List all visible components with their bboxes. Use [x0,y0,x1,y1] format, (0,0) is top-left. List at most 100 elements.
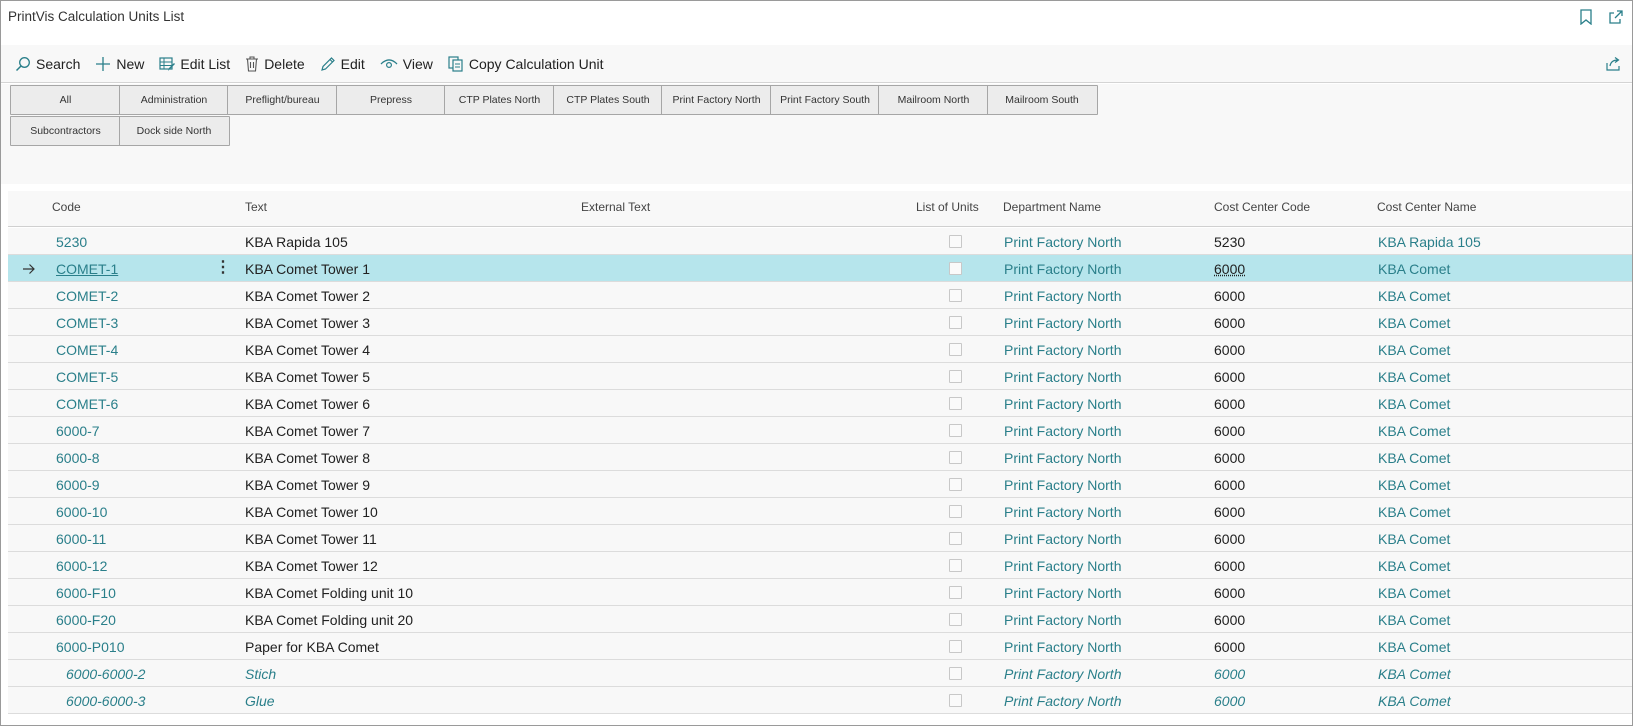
cell-cost-center-code[interactable]: 6000 [1214,261,1245,277]
table-row[interactable]: COMET-5 KBA Comet Tower 5 Print Factory No… [8,363,1632,390]
cell-department-name[interactable]: Print Factory North [1004,612,1121,628]
list-of-units-checkbox[interactable] [949,370,962,383]
cell-department-name[interactable]: Print Factory North [1004,531,1121,547]
cell-code[interactable]: 5230 [56,234,87,250]
cell-cost-center-code[interactable]: 6000 [1214,504,1245,520]
cell-cost-center-name[interactable]: KBA Comet [1378,531,1450,547]
cell-department-name[interactable]: Print Factory North [1004,288,1121,304]
list-of-units-checkbox[interactable] [949,532,962,545]
cell-code[interactable]: COMET-5 [56,369,118,385]
list-of-units-checkbox[interactable] [949,343,962,356]
table-row[interactable]: 6000-F20 KBA Comet Folding unit 20 Print F… [8,606,1632,633]
list-of-units-checkbox[interactable] [949,424,962,437]
new-button[interactable]: New [95,54,144,74]
cell-cost-center-name[interactable]: KBA Comet [1378,288,1450,304]
cell-department-name[interactable]: Print Factory North [1004,666,1121,682]
table-row[interactable]: 6000-7 KBA Comet Tower 7 Print Factory Nor… [8,417,1632,444]
column-header-cost-center-code[interactable]: Cost Center Code [1214,200,1310,214]
table-row[interactable]: COMET-3 KBA Comet Tower 3 Print Factory No… [8,309,1632,336]
filter-button-ctp-plates-south[interactable]: CTP Plates South [552,85,664,115]
table-row[interactable]: 6000-6000-2 Stich Print Factory North 6000 K… [8,660,1632,687]
cell-cost-center-name[interactable]: KBA Comet [1378,639,1450,655]
cell-department-name[interactable]: Print Factory North [1004,315,1121,331]
cell-department-name[interactable]: Print Factory North [1004,369,1121,385]
cell-cost-center-code[interactable]: 6000 [1214,288,1245,304]
cell-code[interactable]: COMET-6 [56,396,118,412]
list-of-units-checkbox[interactable] [949,451,962,464]
filter-button-subcontractors[interactable]: Subcontractors [10,116,121,146]
cell-department-name[interactable]: Print Factory North [1004,234,1121,250]
list-of-units-checkbox[interactable] [949,613,962,626]
cell-department-name[interactable]: Print Factory North [1004,450,1121,466]
cell-cost-center-name[interactable]: KBA Comet [1378,369,1450,385]
cell-code[interactable]: 6000-10 [56,504,107,520]
filter-button-print-factory-south[interactable]: Print Factory South [769,85,881,115]
cell-cost-center-name[interactable]: KBA Comet [1378,585,1450,601]
filter-button-mailroom-north[interactable]: Mailroom North [878,85,989,115]
list-of-units-checkbox[interactable] [949,586,962,599]
bookmark-icon[interactable] [1576,7,1596,27]
table-row-selected[interactable]: ⋮ COMET-1 KBA Comet Tower 1 Print Factory N… [8,255,1632,282]
cell-department-name[interactable]: Print Factory North [1004,585,1121,601]
table-row[interactable]: COMET-2 KBA Comet Tower 2 Print Factory No… [8,282,1632,309]
table-row[interactable]: 6000-6000-3 Glue Print Factory North 6000 KB… [8,687,1632,714]
filter-button-preflight-bureau[interactable]: Preflight/bureau [227,85,338,115]
cell-cost-center-code[interactable]: 6000 [1214,612,1245,628]
cell-cost-center-code[interactable]: 6000 [1214,531,1245,547]
list-of-units-checkbox[interactable] [949,235,962,248]
list-of-units-checkbox[interactable] [949,505,962,518]
view-button[interactable]: View [380,54,433,74]
cell-code[interactable]: 6000-11 [56,531,106,547]
cell-cost-center-code[interactable]: 6000 [1214,369,1245,385]
list-of-units-checkbox[interactable] [949,667,962,680]
table-row[interactable]: 6000-F10 KBA Comet Folding unit 10 Print F… [8,579,1632,606]
list-of-units-checkbox[interactable] [949,559,962,572]
cell-cost-center-name[interactable]: KBA Comet [1378,342,1450,358]
cell-department-name[interactable]: Print Factory North [1004,423,1121,439]
cell-cost-center-name[interactable]: KBA Comet [1378,504,1450,520]
cell-cost-center-name[interactable]: KBA Comet [1378,612,1450,628]
cell-cost-center-name[interactable]: KBA Comet [1378,315,1450,331]
cell-department-name[interactable]: Print Factory North [1004,396,1121,412]
cell-code[interactable]: COMET-3 [56,315,118,331]
column-header-department-name[interactable]: Department Name [1003,200,1101,214]
share-icon[interactable] [1604,54,1624,74]
cell-code[interactable]: 6000-12 [56,558,107,574]
cell-code[interactable]: 6000-F10 [56,585,116,601]
table-row[interactable]: 5230 KBA Rapida 105 Print Factory North 523… [8,228,1632,255]
cell-code[interactable]: 6000-F20 [56,612,116,628]
cell-department-name[interactable]: Print Factory North [1004,693,1121,709]
cell-cost-center-code[interactable]: 6000 [1214,585,1245,601]
filter-button-print-factory-north[interactable]: Print Factory North [661,85,772,115]
filter-button-mailroom-south[interactable]: Mailroom South [986,85,1098,115]
cell-cost-center-name[interactable]: KBA Rapida 105 [1378,234,1481,250]
cell-cost-center-code[interactable]: 6000 [1214,342,1245,358]
row-actions-menu-icon[interactable]: ⋮ [215,260,231,276]
cell-cost-center-code[interactable]: 6000 [1214,315,1245,331]
copy-calculation-unit-button[interactable]: Copy Calculation Unit [448,54,604,74]
cell-cost-center-name[interactable]: KBA Comet [1378,666,1451,682]
table-row[interactable]: 6000-P010 Paper for KBA Comet Print Factor… [8,633,1632,660]
cell-cost-center-name[interactable]: KBA Comet [1378,477,1450,493]
cell-cost-center-code[interactable]: 6000 [1214,450,1245,466]
filter-button-all[interactable]: All [10,85,121,115]
column-header-text[interactable]: Text [245,200,267,214]
table-row[interactable]: 6000-8 KBA Comet Tower 8 Print Factory Nor… [8,444,1632,471]
list-of-units-checkbox[interactable] [949,289,962,302]
cell-cost-center-code[interactable]: 6000 [1214,693,1245,709]
filter-button-dock-side-north[interactable]: Dock side North [118,116,230,146]
cell-department-name[interactable]: Print Factory North [1004,639,1121,655]
cell-code[interactable]: 6000-7 [56,423,100,439]
table-row[interactable]: 6000-12 KBA Comet Tower 12 Print Factory N… [8,552,1632,579]
table-row[interactable]: 6000-11 KBA Comet Tower 11 Print Factory N… [8,525,1632,552]
cell-cost-center-code[interactable]: 6000 [1214,477,1245,493]
open-in-new-window-icon[interactable] [1606,7,1626,27]
search-button[interactable]: Search [15,54,80,74]
cell-cost-center-name[interactable]: KBA Comet [1378,693,1451,709]
cell-department-name[interactable]: Print Factory North [1004,342,1121,358]
column-header-external-text[interactable]: External Text [581,200,650,214]
cell-cost-center-code[interactable]: 6000 [1214,639,1245,655]
table-row[interactable]: COMET-4 KBA Comet Tower 4 Print Factory No… [8,336,1632,363]
delete-button[interactable]: Delete [245,54,305,74]
cell-code[interactable]: COMET-2 [56,288,118,304]
